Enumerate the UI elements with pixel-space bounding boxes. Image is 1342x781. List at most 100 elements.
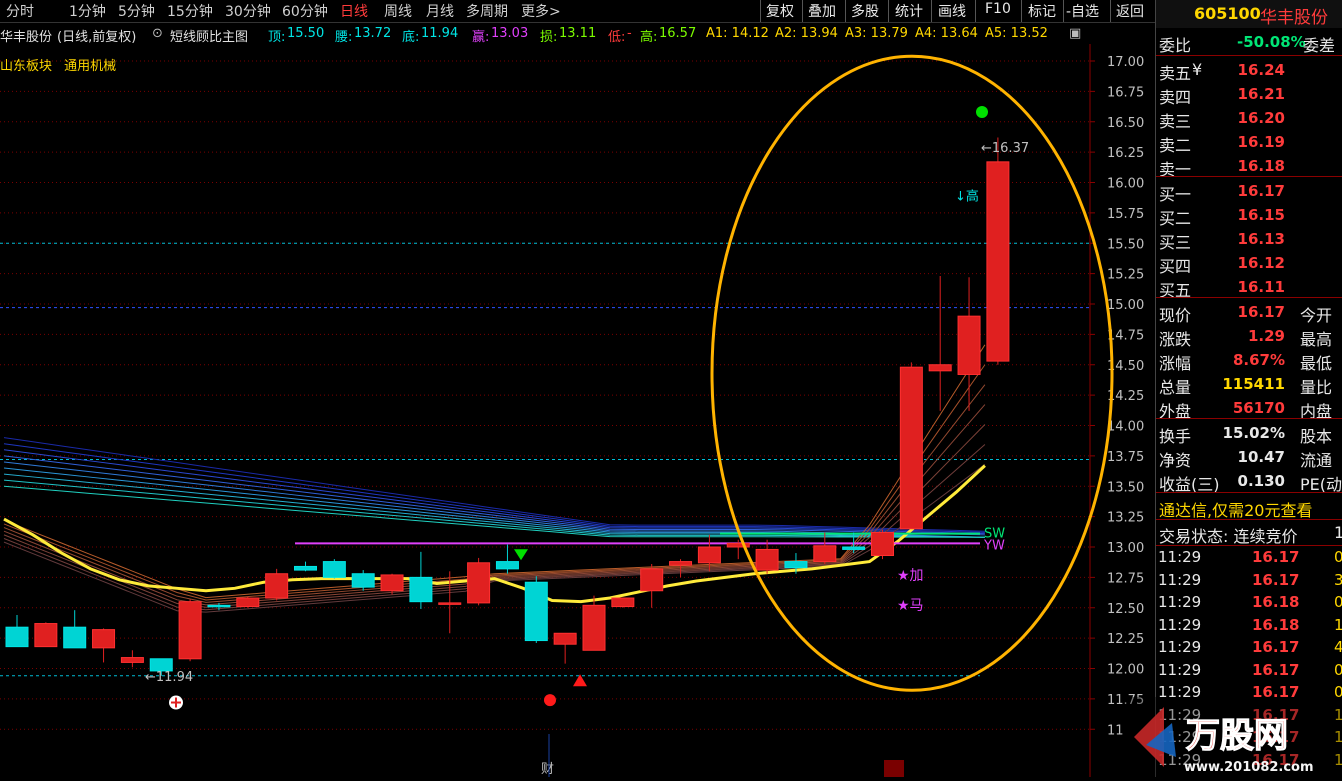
tab-5min[interactable]: 5分钟	[118, 1, 155, 21]
tab-1min[interactable]: 1分钟	[69, 1, 106, 21]
close-indicator-icon[interactable]: ▣	[1069, 26, 1081, 41]
tick-volume: 0	[1334, 593, 1342, 611]
ad-row[interactable]: 通达信,仅需20元查看	[1156, 495, 1342, 521]
stat2-row-2-value: 0.130	[1237, 472, 1285, 490]
guppy-long-line	[3, 449, 985, 535]
candle-body	[5, 626, 29, 648]
waist-label: 腰:	[335, 30, 353, 45]
candle-body	[467, 562, 491, 604]
back-button[interactable]: 返回	[1116, 1, 1144, 21]
stat-row-0-value: 16.17	[1237, 303, 1285, 321]
candle-body	[582, 604, 606, 651]
divider	[1063, 0, 1064, 22]
bid-row-1-value: 16.17	[1237, 182, 1285, 200]
tab-more[interactable]: 更多>	[521, 1, 561, 21]
green-down-triangle	[514, 549, 528, 561]
ask-row-1: 卖一 16.18	[1156, 154, 1342, 179]
y-tick-label: 17.00	[1107, 55, 1144, 70]
top-value: 15.50	[287, 26, 325, 41]
tab-monthly[interactable]: 月线	[426, 1, 454, 21]
bottom-finance-label: 财	[541, 762, 554, 777]
watchlist-button[interactable]: -自选	[1066, 1, 1099, 21]
stock-name: 华丰股份	[0, 30, 53, 45]
stat-row-2: 涨幅 8.67% 最低	[1156, 348, 1342, 373]
ad-text[interactable]: 通达信,仅需20元查看	[1159, 497, 1312, 521]
watermark-logo: 万股网 www.201082.com	[1124, 697, 1342, 777]
tab-60min[interactable]: 60分钟	[282, 1, 328, 21]
candle-body	[957, 315, 981, 375]
high-signal-label: ↓高	[955, 189, 979, 205]
stat-row-3-value: 115411	[1222, 375, 1285, 393]
statistics-button[interactable]: 统计	[895, 1, 923, 21]
tab-daily[interactable]: 日线	[340, 1, 368, 21]
multi-stock-button[interactable]: 多股	[851, 1, 879, 21]
y-tick-label: 16.50	[1107, 116, 1144, 131]
restore-rights-button[interactable]: 复权	[766, 1, 794, 21]
y-tick-label: 13.75	[1107, 450, 1144, 465]
tick-row: 11:29 16.17 0	[1156, 659, 1342, 681]
tick-time: 11:29	[1158, 593, 1202, 611]
weibi-label: 委比	[1159, 36, 1192, 55]
bid-row-5-value: 16.11	[1237, 278, 1285, 296]
f10-button[interactable]: F10	[985, 1, 1011, 17]
tick-price: 16.18	[1252, 593, 1300, 611]
divider	[1156, 297, 1342, 298]
candle-body	[640, 568, 664, 592]
tick-time: 11:29	[1158, 548, 1202, 566]
stat-row-4: 外盘 56170 内盘	[1156, 396, 1342, 421]
tab-multi-period[interactable]: 多周期	[466, 1, 508, 21]
a5-value: A5: 13.52	[985, 26, 1048, 41]
candle-body	[928, 364, 952, 372]
ask-row-3-value: 16.20	[1237, 109, 1285, 127]
low-value: -	[627, 26, 632, 41]
y-tick-label: 15.25	[1107, 268, 1144, 283]
ask-row-1-value: 16.18	[1237, 157, 1285, 175]
bottom-value: 11.94	[421, 26, 459, 41]
trade-state-row: 交易状态: 连续竞价 1	[1156, 521, 1342, 546]
weibi-row: 委比 -50.08% 委差	[1156, 30, 1342, 55]
divider	[931, 0, 932, 22]
low-label: 低:	[608, 30, 626, 45]
a4-value: A4: 13.64	[915, 26, 978, 41]
tab-30min[interactable]: 30分钟	[225, 1, 271, 21]
indicator-name[interactable]: 短线顾比主图	[170, 26, 248, 45]
stat-row-0: 现价 16.17 今开	[1156, 300, 1342, 325]
stat-row-1: 涨跌 1.29 最高	[1156, 324, 1342, 349]
kline-chart[interactable]: 17.00 16.75 16.50 16.25 16.00 15.75 15.50 15.25…	[0, 44, 1155, 777]
divider	[1156, 176, 1342, 177]
stat2-row-1-extra: 流通	[1300, 451, 1333, 470]
candle-body	[351, 573, 375, 588]
y-tick-label: 12.00	[1107, 663, 1144, 678]
divider	[888, 0, 889, 22]
tick-volume: 3	[1334, 570, 1342, 589]
candle-body	[380, 574, 404, 592]
indicator-dropdown-icon[interactable]: ⊙	[152, 26, 163, 41]
mark-button[interactable]: 标记	[1028, 1, 1056, 21]
svg-text:www.201082.com: www.201082.com	[1184, 760, 1314, 775]
tab-15min[interactable]: 15分钟	[167, 1, 213, 21]
draw-line-button[interactable]: 画线	[938, 1, 966, 21]
tab-weekly[interactable]: 周线	[384, 1, 412, 21]
candle-body	[669, 561, 693, 566]
bid-row-2-label: 买二	[1159, 209, 1192, 228]
y-tick-label: 16.00	[1107, 177, 1144, 192]
ask-row-5: 卖五 16.24 ¥	[1156, 58, 1342, 83]
trade-state-extra: 1	[1334, 523, 1342, 542]
y-tick-label: 14.00	[1107, 420, 1144, 435]
tab-minute[interactable]: 分时	[6, 1, 34, 21]
overlay-button[interactable]: 叠加	[808, 1, 836, 21]
horse-signal-label: ★马	[897, 598, 924, 614]
currency-mark: ¥	[1192, 60, 1203, 79]
green-signal-dot	[976, 106, 988, 119]
tick-time: 11:29	[1158, 638, 1202, 656]
bid-row-5: 买五 16.11	[1156, 275, 1342, 300]
candle-body	[438, 602, 462, 605]
kline-svg[interactable]: 17.00 16.75 16.50 16.25 16.00 15.75 15.50 15.25…	[0, 44, 1155, 777]
bid-row-2-value: 16.15	[1237, 206, 1285, 224]
stat-row-3-extra: 量比	[1300, 378, 1333, 397]
y-tick-label: 15.50	[1107, 237, 1144, 252]
tick-volume: 0	[1334, 660, 1342, 679]
period-toolbar: 分时 1分钟 5分钟 15分钟 30分钟 60分钟 日线 周线 月线 多周期 更…	[0, 0, 1155, 23]
candle-body	[553, 632, 577, 645]
ask-row-4-value: 16.21	[1237, 85, 1285, 103]
